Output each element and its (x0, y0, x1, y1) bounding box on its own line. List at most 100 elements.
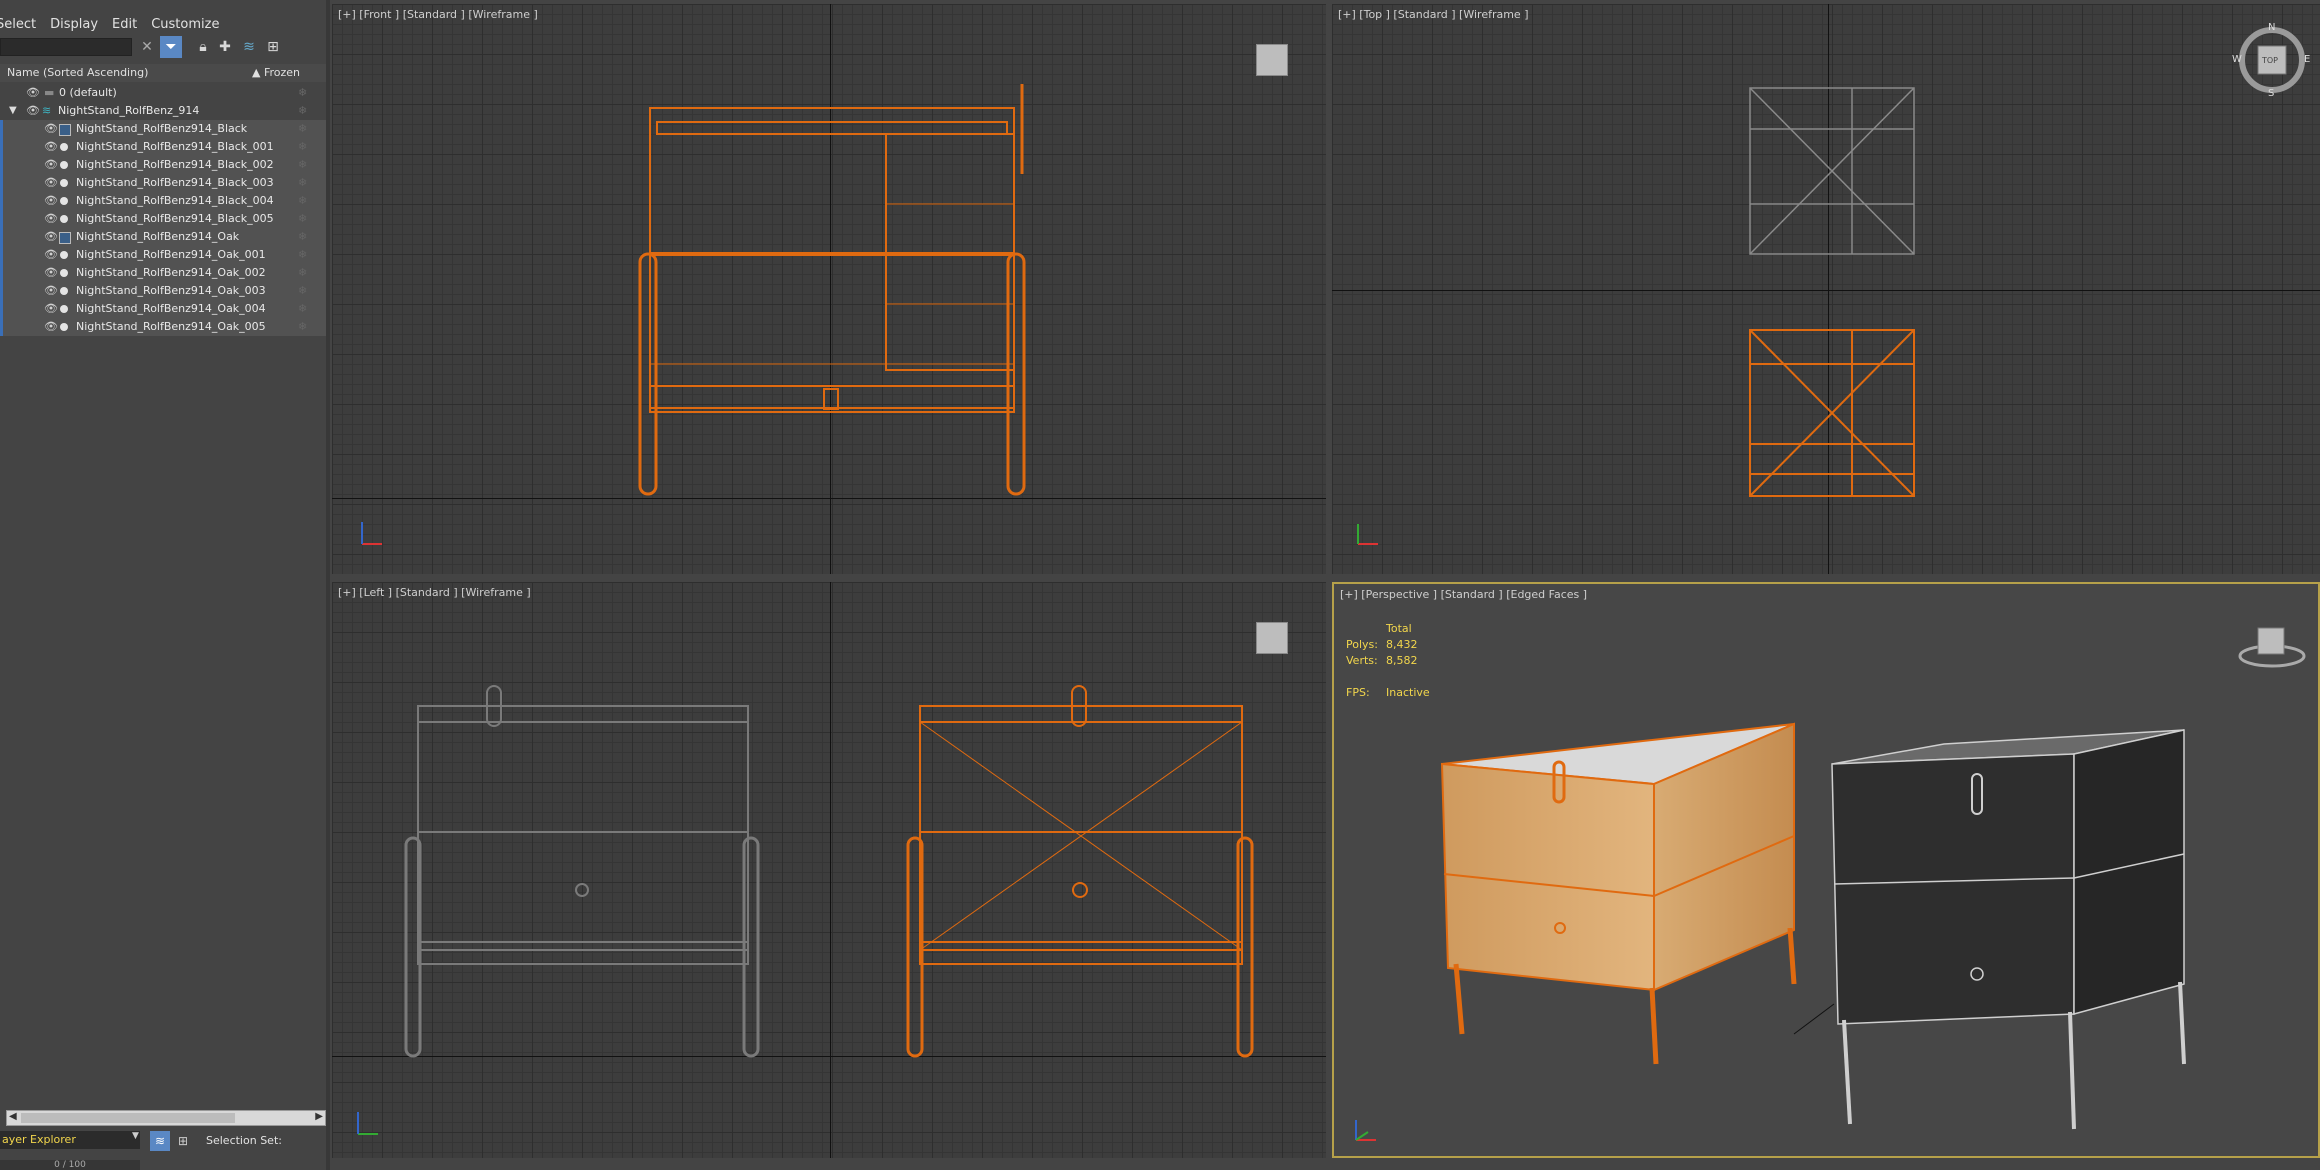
center-bracket (823, 388, 839, 410)
eye-icon[interactable]: 👁︎ (44, 174, 58, 192)
freeze-icon[interactable]: ❄ (298, 228, 307, 246)
tree-row-label: NightStand_RolfBenz914_Black_003 (76, 176, 274, 189)
selection-strip (0, 300, 3, 318)
tree-row[interactable]: ▼ 👁︎ ≋ NightStand_RolfBenz_914 ❄ (0, 102, 326, 120)
tree-row[interactable]: 👁︎ ▬ 0 (default) ❄ (0, 84, 326, 102)
tree-row[interactable]: 👁︎ NightStand_RolfBenz914_Oak_004 ❄ (0, 300, 326, 318)
compass-north: N (2268, 22, 2276, 33)
tree-row-label: NightStand_RolfBenz914_Black_005 (76, 212, 274, 225)
sort-by-layer-icon[interactable]: ≋ (150, 1131, 170, 1151)
freeze-icon[interactable]: ❄ (298, 174, 307, 192)
freeze-icon[interactable]: ❄ (298, 138, 307, 156)
tree-row[interactable]: 👁︎ NightStand_RolfBenz914_Oak_001 ❄ (0, 246, 326, 264)
selection-strip (0, 246, 3, 264)
eye-icon[interactable]: 👁︎ (44, 210, 58, 228)
explorer-menubar: Select Display Edit Customize (0, 10, 326, 38)
tree-row[interactable]: 👁︎ NightStand_RolfBenz914_Oak ❄ (0, 228, 326, 246)
menu-edit[interactable]: Edit (112, 17, 151, 32)
mesh-icon (60, 215, 68, 223)
black-nightstand-side (404, 685, 760, 1058)
sort-by-hierarchy-icon[interactable]: ⊞ (174, 1131, 192, 1151)
eye-icon[interactable]: 👁︎ (44, 300, 58, 318)
freeze-icon[interactable]: ❄ (298, 282, 307, 300)
group-icon (59, 124, 71, 136)
eye-icon[interactable]: 👁︎ (44, 138, 58, 156)
tree-row[interactable]: 👁︎ NightStand_RolfBenz914_Black_002 ❄ (0, 156, 326, 174)
left-viewport[interactable]: [+] [Left ] [Standard ] [Wireframe ] (332, 582, 1326, 1158)
mesh-icon (60, 305, 68, 313)
search-input[interactable] (0, 38, 132, 56)
freeze-icon[interactable]: ❄ (298, 246, 307, 264)
explorer-toolbar: ✕ ⏷ 🔒︎ ✚ ≋ ⊞ (0, 36, 326, 62)
eye-icon[interactable]: 👁︎ (44, 318, 58, 336)
menu-select[interactable]: Select (0, 17, 50, 32)
selection-strip (0, 318, 3, 336)
scrollbar-thumb[interactable] (21, 1113, 235, 1123)
mesh-icon (60, 287, 68, 295)
explorer-mode-dropdown[interactable]: ayer Explorer (0, 1131, 140, 1149)
freeze-icon[interactable]: ❄ (298, 156, 307, 174)
left-leg (638, 252, 658, 496)
eye-icon[interactable]: 👁︎ (44, 282, 58, 300)
tree-row[interactable]: 👁︎ NightStand_RolfBenz914_Oak_002 ❄ (0, 264, 326, 282)
collapse-arrow-icon[interactable]: ▼ (9, 102, 17, 120)
name-column-header[interactable]: Name (Sorted Ascending) (7, 66, 148, 79)
right-leg (1006, 252, 1026, 496)
tree-row[interactable]: 👁︎ NightStand_RolfBenz914_Black_004 ❄ (0, 192, 326, 210)
eye-icon[interactable]: 👁︎ (44, 192, 58, 210)
freeze-icon[interactable]: ❄ (298, 300, 307, 318)
compass-east: E (2304, 54, 2311, 65)
hierarchy-icon[interactable]: ⊞ (262, 36, 284, 58)
mesh-icon (60, 197, 68, 205)
selection-strip (0, 282, 3, 300)
selection-strip (0, 228, 3, 246)
scroll-left-icon[interactable]: ◀ (9, 1111, 17, 1122)
tree-row-label: NightStand_RolfBenz_914 (58, 104, 200, 117)
mesh-icon (60, 143, 68, 151)
freeze-icon[interactable]: ❄ (298, 210, 307, 228)
menu-customize[interactable]: Customize (151, 17, 233, 32)
eye-icon[interactable]: 👁︎ (26, 102, 40, 120)
eye-icon[interactable]: 👁︎ (44, 156, 58, 174)
tree-row[interactable]: 👁︎ NightStand_RolfBenz914_Black ❄ (0, 120, 326, 138)
tree-row[interactable]: 👁︎ NightStand_RolfBenz914_Black_001 ❄ (0, 138, 326, 156)
left-wireframe (357, 685, 1254, 1135)
eye-icon[interactable]: 👁︎ (44, 264, 58, 282)
freeze-icon[interactable]: ❄ (298, 264, 307, 282)
layer-icon: ▬ (44, 86, 55, 99)
layers-icon[interactable]: ≋ (238, 36, 260, 58)
freeze-icon[interactable]: ❄ (298, 102, 307, 120)
freeze-icon[interactable]: ❄ (298, 84, 307, 102)
chevron-down-icon[interactable]: ▼ (132, 1131, 139, 1141)
time-slider[interactable]: 0 / 100 (0, 1160, 140, 1170)
tree-row[interactable]: 👁︎ NightStand_RolfBenz914_Oak_003 ❄ (0, 282, 326, 300)
eye-icon[interactable]: 👁︎ (26, 84, 40, 102)
tree-row-label: NightStand_RolfBenz914_Oak_002 (76, 266, 266, 279)
layer-stack-icon: ≋ (42, 104, 52, 117)
eye-icon[interactable]: 👁︎ (44, 246, 58, 264)
eye-icon[interactable]: 👁︎ (44, 228, 58, 246)
mesh-icon (60, 251, 68, 259)
perspective-viewport[interactable]: [+] [Perspective ] [Standard ] [Edged Fa… (1332, 582, 2320, 1158)
new-layer-icon[interactable]: ✚ (214, 36, 236, 58)
lock-icon[interactable]: 🔒︎ (192, 36, 214, 58)
freeze-icon[interactable]: ❄ (298, 120, 307, 138)
frozen-column-header[interactable]: ▲ Frozen (252, 66, 300, 79)
front-viewport[interactable]: [+] [Front ] [Standard ] [Wireframe ] (332, 4, 1326, 574)
viewcube-perspective (2238, 627, 2306, 668)
clear-search-icon[interactable]: ✕ (136, 36, 158, 58)
freeze-icon[interactable]: ❄ (298, 192, 307, 210)
eye-icon[interactable]: 👁︎ (44, 120, 58, 138)
menu-display[interactable]: Display (50, 17, 112, 32)
filter-icon[interactable]: ⏷ (160, 36, 182, 58)
tree-row[interactable]: 👁︎ NightStand_RolfBenz914_Black_005 ❄ (0, 210, 326, 228)
oak-nightstand (1440, 722, 1797, 1065)
viewcube-top-label[interactable]: TOP (2262, 56, 2278, 65)
top-viewport[interactable]: [+] [Top ] [Standard ] [Wireframe ] N S … (1332, 4, 2320, 574)
horizontal-scrollbar[interactable]: ◀ ▶ (6, 1110, 326, 1126)
scroll-right-icon[interactable]: ▶ (315, 1111, 323, 1122)
freeze-icon[interactable]: ❄ (298, 318, 307, 336)
selection-strip (0, 210, 3, 228)
tree-row[interactable]: 👁︎ NightStand_RolfBenz914_Oak_005 ❄ (0, 318, 326, 336)
tree-row[interactable]: 👁︎ NightStand_RolfBenz914_Black_003 ❄ (0, 174, 326, 192)
